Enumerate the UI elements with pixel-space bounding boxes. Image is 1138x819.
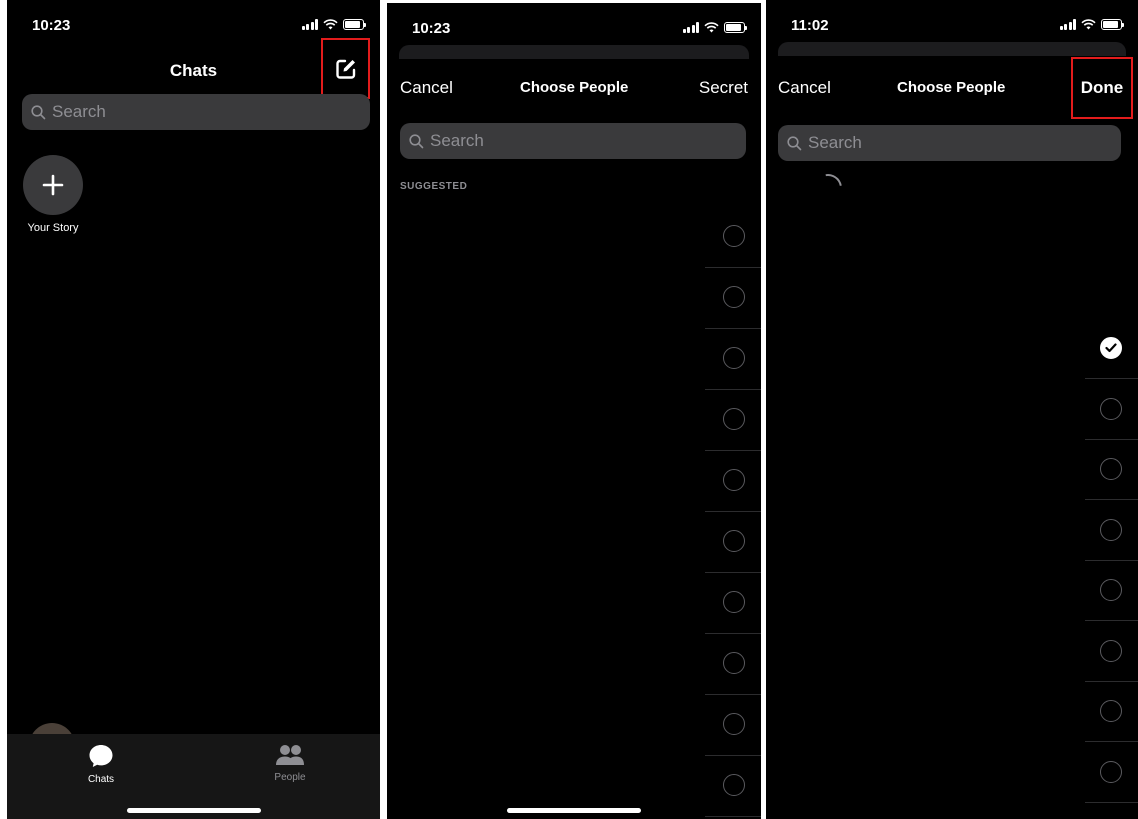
status-bar: 10:23: [7, 0, 380, 40]
battery-icon: [724, 22, 747, 33]
select-checkbox[interactable]: [723, 652, 745, 674]
secret-button[interactable]: Secret: [699, 78, 748, 98]
done-button[interactable]: Done: [1071, 57, 1133, 119]
select-checkbox[interactable]: [1100, 397, 1122, 420]
search-icon: [409, 133, 424, 148]
search-placeholder: Search: [430, 131, 484, 150]
story-label: Your Story: [27, 222, 79, 234]
selected-checkbox[interactable]: [1100, 337, 1122, 359]
compose-icon: [335, 59, 355, 79]
row-divider: [1085, 438, 1138, 440]
select-checkbox[interactable]: [1100, 518, 1122, 541]
row-divider: [705, 754, 761, 756]
search-placeholder: Search: [808, 133, 862, 152]
add-story-button[interactable]: [23, 155, 83, 215]
select-checkbox[interactable]: [723, 713, 745, 735]
select-checkbox[interactable]: [723, 591, 745, 613]
row-divider: [1085, 680, 1138, 682]
row-divider: [705, 632, 761, 634]
search-input[interactable]: Search: [22, 94, 370, 130]
search-icon: [787, 135, 802, 150]
home-indicator: [507, 808, 641, 813]
tab-people[interactable]: People: [250, 744, 330, 783]
select-checkbox[interactable]: [1100, 760, 1122, 783]
row-divider: [1085, 499, 1138, 501]
checkmark-icon: [1105, 343, 1117, 353]
new-message-button[interactable]: [321, 38, 370, 99]
status-bar: 10:23: [387, 3, 761, 43]
select-checkbox[interactable]: [1100, 458, 1122, 480]
row-divider: [705, 815, 761, 817]
cancel-button[interactable]: Cancel: [400, 78, 453, 98]
select-checkbox[interactable]: [1100, 700, 1122, 722]
search-placeholder: Search: [52, 102, 106, 121]
row-divider: [705, 388, 761, 390]
row-divider: [1085, 559, 1138, 561]
search-input[interactable]: Search: [400, 123, 746, 159]
signal-icon: [301, 19, 318, 30]
search-input[interactable]: Search: [778, 125, 1121, 161]
row-divider: [1085, 620, 1138, 622]
status-time: 10:23: [412, 20, 451, 37]
select-checkbox[interactable]: [723, 286, 745, 308]
row-divider: [705, 510, 761, 512]
status-time: 11:02: [791, 17, 829, 34]
choose-people-screen: 10:23 Cancel Choose People Secret Search…: [387, 3, 761, 819]
row-divider: [705, 449, 761, 451]
tab-chats[interactable]: Chats: [61, 744, 141, 785]
select-checkbox[interactable]: [1100, 639, 1122, 662]
select-checkbox[interactable]: [723, 774, 745, 796]
row-divider: [705, 327, 761, 329]
row-divider: [1085, 378, 1138, 380]
signal-icon: [682, 22, 699, 33]
select-checkbox[interactable]: [1100, 579, 1122, 601]
screen-title: Choose People: [520, 79, 629, 96]
row-divider: [1085, 741, 1138, 743]
select-checkbox[interactable]: [723, 530, 745, 552]
tab-bar: Chats People: [7, 734, 380, 819]
wifi-icon: [323, 19, 338, 30]
loading-spinner-icon: [808, 168, 848, 208]
row-divider: [705, 571, 761, 573]
done-label: Done: [1080, 78, 1124, 97]
tab-people-label: People: [274, 772, 306, 783]
status-bar: 11:02: [766, 0, 1138, 40]
select-checkbox[interactable]: [723, 408, 745, 430]
status-time: 10:23: [32, 17, 71, 34]
wifi-icon: [704, 22, 719, 33]
choose-people-selected-screen: 11:02 Cancel Choose People Done Search: [766, 0, 1138, 819]
row-divider: [705, 266, 761, 268]
battery-icon: [1101, 19, 1124, 30]
row-divider: [705, 693, 761, 695]
status-icons: [1059, 19, 1124, 30]
plus-icon: [42, 174, 64, 196]
status-icons: [301, 19, 366, 30]
tab-chats-label: Chats: [87, 774, 115, 785]
battery-icon: [343, 19, 366, 30]
sheet-handle: [778, 42, 1126, 56]
chats-screen: 10:23 Chats Search Your Story Chats Peop…: [7, 0, 380, 819]
sheet-handle: [399, 45, 749, 59]
wifi-icon: [1081, 19, 1096, 30]
signal-icon: [1059, 19, 1076, 30]
home-indicator: [126, 808, 261, 813]
section-header: SUGGESTED: [400, 181, 468, 192]
status-icons: [682, 22, 747, 33]
chat-bubble-icon: [89, 745, 113, 767]
search-icon: [31, 104, 46, 119]
select-checkbox[interactable]: [723, 469, 745, 491]
cancel-button[interactable]: Cancel: [778, 78, 831, 98]
select-checkbox[interactable]: [723, 347, 745, 369]
screen-title: Choose People: [897, 79, 1006, 96]
people-icon: [276, 745, 304, 765]
select-checkbox[interactable]: [723, 225, 745, 247]
row-divider: [1085, 801, 1138, 803]
